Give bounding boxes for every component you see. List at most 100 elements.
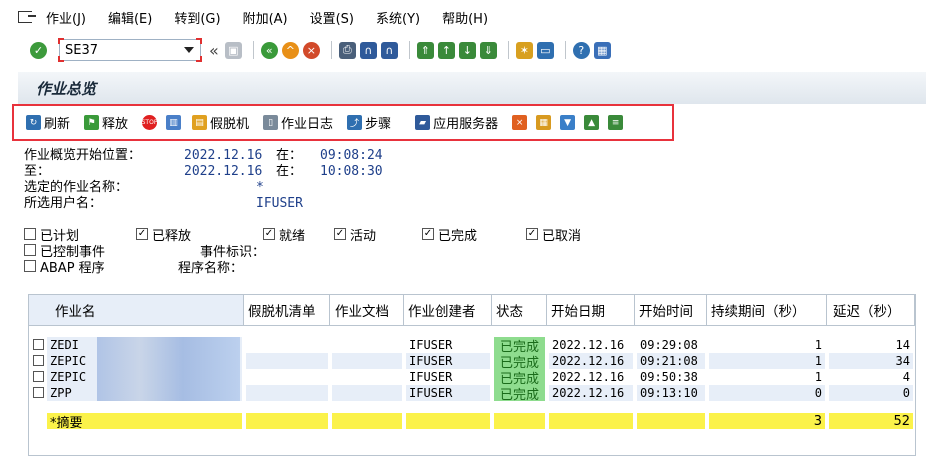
header-label: 开始日期	[551, 304, 605, 320]
header-start-time[interactable]: 开始时间	[635, 295, 707, 326]
cell-date: 2022.12.16	[549, 369, 633, 385]
subtotal-button[interactable]: ≡	[608, 115, 626, 130]
cancel-icon[interactable]: ×	[302, 41, 320, 59]
save-icon[interactable]: ▣	[224, 41, 242, 59]
shortcut-icon[interactable]: ▭	[536, 41, 554, 59]
selection-info: 作业概览开始位置： 2022.12.16 在： 09:08:24 至： 2022…	[24, 148, 524, 212]
cell-status: 已完成	[494, 385, 545, 403]
header-delay[interactable]: 延迟（秒）	[827, 295, 915, 326]
refresh-button[interactable]: ↻ 刷新	[26, 113, 70, 132]
checkbox-box	[24, 260, 36, 272]
grid-button[interactable]: ▦	[536, 115, 554, 130]
summary-duration: 3	[709, 413, 825, 429]
cell-date: 2022.12.16	[549, 385, 633, 401]
back-icon[interactable]: «	[260, 41, 278, 59]
user-value: IFUSER	[256, 196, 303, 211]
start-at-label: 在：	[276, 148, 303, 163]
next-page-icon[interactable]: ↓	[458, 41, 476, 59]
ready-checkbox[interactable]: ✓ 就绪	[263, 225, 334, 244]
header-jobdoc[interactable]: 作业文档	[330, 295, 404, 326]
print-icon[interactable]: ⎙	[338, 41, 356, 59]
summary-label: *摘要	[47, 413, 242, 431]
end-label: 至：	[24, 164, 51, 179]
exit-nav-icon[interactable]: ^	[281, 41, 299, 59]
cell-date: 2022.12.16	[549, 337, 633, 353]
header-label: 状态	[496, 304, 523, 320]
step-icon: ⤴	[347, 115, 363, 130]
cell-duration: 0	[709, 385, 825, 401]
cell-duration: 1	[709, 353, 825, 369]
filter-button[interactable]: ▼	[560, 115, 578, 130]
previous-page-icon[interactable]: ↑	[437, 41, 455, 59]
header-label: 开始时间	[639, 304, 693, 320]
enter-button[interactable]: ✓	[30, 41, 47, 59]
stop-button[interactable]: STOP	[142, 115, 160, 130]
spool-button[interactable]: ▤ 假脱机	[192, 113, 249, 132]
find-next-icon[interactable]: ∩	[380, 41, 398, 59]
exit-icon[interactable]	[18, 11, 36, 23]
layout-icon[interactable]: ▦	[593, 41, 611, 59]
header-jobname[interactable]: 作业名	[29, 295, 244, 326]
header-creator[interactable]: 作业创建者	[404, 295, 492, 326]
header-start-date[interactable]: 开始日期	[547, 295, 635, 326]
row-select-checkbox[interactable]	[33, 355, 44, 366]
menu-list: 作业(J) 编辑(E) 转到(G) 附加(A) 设置(S) 系统(Y) 帮助(H…	[46, 8, 510, 27]
cell-time: 09:13:10	[637, 385, 705, 401]
delete-button[interactable]: ▥	[166, 115, 184, 130]
job-log-label: 作业日志	[281, 117, 334, 132]
last-page-icon[interactable]: ⇓	[479, 41, 497, 59]
status-filters: 已计划 ✓ 已释放 ✓ 就绪 ✓ 活动 ✓ 已完成 ✓ 已取消 已控制事件 事件标识： A…	[24, 225, 724, 276]
header-status[interactable]: 状态	[492, 295, 547, 326]
first-page-icon[interactable]: ⇑	[416, 41, 434, 59]
summary-cell	[246, 413, 328, 429]
end-at-label: 在：	[276, 164, 303, 179]
cell-spool	[246, 369, 328, 385]
jobname-value: *	[256, 180, 264, 195]
menu-goto[interactable]: 转到(G)	[174, 8, 220, 27]
chevron-down-icon[interactable]	[184, 47, 194, 53]
cancelled-checkbox[interactable]: ✓ 已取消	[526, 225, 581, 244]
cell-time: 09:29:08	[637, 337, 705, 353]
command-field[interactable]: SE37	[58, 38, 202, 62]
find-icon[interactable]: ∩	[359, 41, 377, 59]
active-checkbox[interactable]: ✓ 活动	[334, 225, 422, 244]
stop-icon: STOP	[142, 115, 157, 130]
header-duration[interactable]: 持续期间（秒）	[707, 295, 827, 326]
menu-job[interactable]: 作业(J)	[46, 8, 86, 27]
menu-edit[interactable]: 编辑(E)	[108, 8, 152, 27]
menu-help[interactable]: 帮助(H)	[442, 8, 488, 27]
row-select-checkbox[interactable]	[33, 371, 44, 382]
summary-cell	[332, 413, 402, 429]
row-select-checkbox[interactable]	[33, 339, 44, 350]
release-button[interactable]: ⚑ 释放	[84, 113, 128, 132]
menu-extras[interactable]: 附加(A)	[243, 8, 288, 27]
checkbox-box	[24, 228, 36, 240]
abap-checkbox[interactable]: ABAP 程序	[24, 257, 178, 276]
job-overview-panel: 作业总览 ↻ 刷新 ⚑ 释放 STOP ▥ ▤ 假脱机 ▯ 作业日志 ⤴ 步骤	[12, 72, 926, 456]
step-button[interactable]: ⤴ 步骤	[347, 113, 391, 132]
page-title: 作业总览	[36, 79, 97, 98]
end-date: 2022.12.16	[184, 164, 263, 179]
cell-duration: 1	[709, 337, 825, 353]
sum-button[interactable]: ▲	[584, 115, 602, 130]
menu-settings[interactable]: 设置(S)	[310, 8, 354, 27]
cell-creator: IFUSER	[406, 353, 490, 369]
cell-date: 2022.12.16	[549, 353, 633, 369]
new-session-icon[interactable]: ✶	[515, 41, 533, 59]
row-select-checkbox[interactable]	[33, 387, 44, 398]
menu-system[interactable]: 系统(Y)	[376, 8, 420, 27]
help-icon[interactable]: ?	[572, 41, 590, 59]
finished-checkbox[interactable]: ✓ 已完成	[422, 225, 526, 244]
job-log-button[interactable]: ▯ 作业日志	[263, 113, 333, 132]
collapse-icon[interactable]: «	[209, 41, 219, 60]
user-label: 所选用户名：	[24, 196, 103, 211]
app-server-button[interactable]: ▰ 应用服务器	[415, 113, 498, 132]
header-spool[interactable]: 假脱机清单	[244, 295, 330, 326]
filter-icon: ▼	[560, 115, 576, 130]
filter-delete-button[interactable]: ⨯	[512, 115, 530, 130]
cell-doc	[332, 337, 402, 353]
summary-delay: 52	[829, 413, 913, 429]
application-toolbar: ↻ 刷新 ⚑ 释放 STOP ▥ ▤ 假脱机 ▯ 作业日志 ⤴ 步骤 ▰ 应用服…	[12, 104, 674, 141]
abap-label: ABAP 程序	[40, 260, 105, 276]
check-icon: ✓	[263, 228, 275, 240]
